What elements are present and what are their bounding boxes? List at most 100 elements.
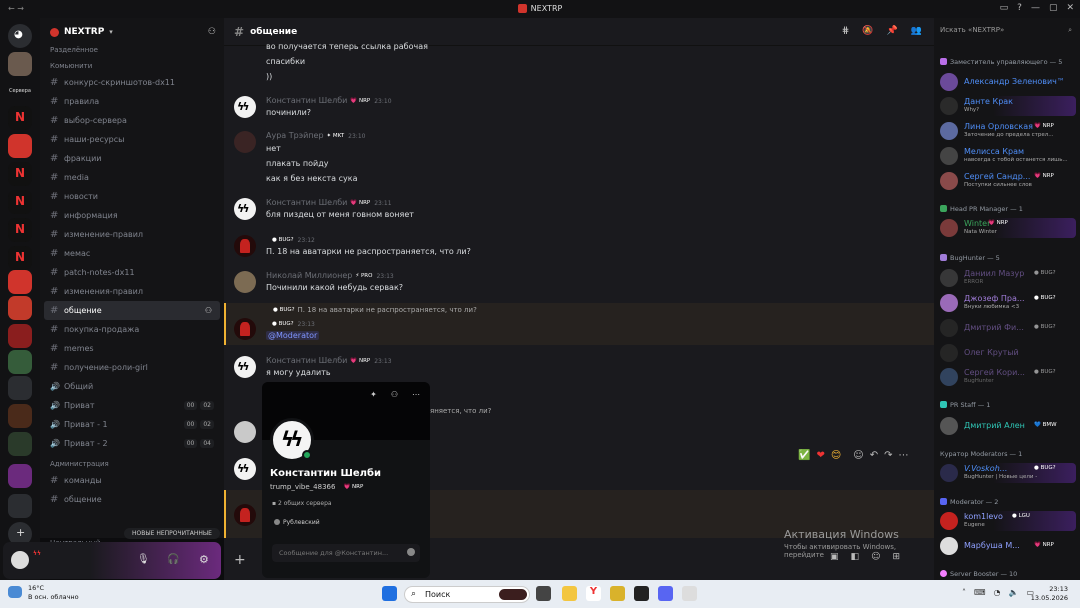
reply-preview[interactable]: ● BUG? П. 18 на аватарки не распространяе… bbox=[270, 306, 477, 314]
channel-item[interactable]: # media bbox=[40, 168, 224, 187]
task-view-icon[interactable] bbox=[536, 586, 551, 601]
mention[interactable]: @Moderator bbox=[266, 331, 320, 340]
server-icon[interactable]: N bbox=[8, 162, 32, 186]
mute-icon[interactable]: 🔕 bbox=[862, 26, 873, 36]
message-author[interactable]: Константин Шелби bbox=[266, 198, 347, 207]
channel-item-active[interactable]: # общение ⚇ bbox=[44, 301, 220, 320]
new-unread-pill[interactable]: НОВЫЕ НЕПРОЧИТАННЫЕ bbox=[124, 528, 220, 539]
server-icon[interactable] bbox=[8, 494, 32, 518]
member-item[interactable]: Даниил Мазур ● BUG? ERROR bbox=[938, 268, 1076, 288]
avatar[interactable] bbox=[234, 421, 256, 443]
channel-item[interactable]: # мемас bbox=[40, 244, 224, 263]
tray-chevron-icon[interactable]: ˄ bbox=[962, 588, 966, 597]
pin-icon[interactable]: 📌 bbox=[887, 26, 898, 36]
discord-home-icon[interactable]: ◕ bbox=[8, 24, 32, 48]
add-member-icon[interactable]: ⚇ bbox=[205, 306, 212, 315]
avatar[interactable] bbox=[234, 356, 256, 378]
reply-preview[interactable]: яняется, что ли? bbox=[430, 407, 491, 415]
more-icon[interactable]: ⋯ bbox=[899, 450, 909, 461]
member-item[interactable]: Сергей Кори... ● BUG? BugHunter bbox=[938, 367, 1076, 387]
maximize-icon[interactable]: ▢ bbox=[1049, 3, 1058, 13]
members-icon[interactable]: 👥 bbox=[911, 26, 922, 36]
server-icon[interactable] bbox=[8, 432, 32, 456]
member-item[interactable]: V.Voskoh... ● BUG? BugHunter | Новые цели … bbox=[938, 463, 1076, 483]
emoji-icon[interactable] bbox=[407, 548, 415, 556]
server-icon[interactable]: N bbox=[8, 190, 32, 214]
start-icon[interactable] bbox=[382, 586, 397, 601]
member-item[interactable]: Джозеф Пра... ● BUG? Внуки любимка <3 bbox=[938, 293, 1076, 313]
avatar[interactable] bbox=[234, 271, 256, 293]
close-icon[interactable]: ✕ bbox=[1066, 3, 1074, 13]
file-explorer-icon[interactable] bbox=[562, 586, 577, 601]
add-reaction-icon[interactable]: ☺ bbox=[853, 450, 863, 461]
member-item[interactable]: Лина Орловская 💗 NRP Заточение до предела … bbox=[938, 121, 1076, 141]
member-item[interactable]: Марбуша М... 💗 NRP bbox=[938, 536, 1076, 556]
avatar[interactable] bbox=[234, 131, 256, 153]
avatar[interactable] bbox=[234, 504, 256, 526]
mutual-servers[interactable]: ▪ 2 общих сервера bbox=[272, 500, 332, 507]
reaction-check-icon[interactable]: ✅ bbox=[798, 450, 810, 461]
profile-avatar[interactable] bbox=[270, 418, 314, 462]
channel-item[interactable]: # общение bbox=[40, 490, 224, 509]
message-author[interactable]: Константин Шелби bbox=[266, 96, 347, 105]
add-attachment-icon[interactable]: + bbox=[234, 552, 246, 568]
channel-item[interactable]: # конкурс-скриншотов-dx11 bbox=[40, 73, 224, 92]
avatar[interactable] bbox=[11, 551, 29, 569]
app-icon[interactable] bbox=[682, 586, 697, 601]
server-icon[interactable] bbox=[8, 376, 32, 400]
member-item[interactable]: Дмитрий Ален 💙 BMW bbox=[938, 416, 1076, 436]
server-icon[interactable] bbox=[8, 350, 32, 374]
forward-icon[interactable]: ↷ bbox=[884, 450, 892, 461]
channel-item[interactable]: # новости bbox=[40, 187, 224, 206]
channel-item[interactable]: # patch-notes-dx11 bbox=[40, 263, 224, 282]
reply-icon[interactable]: ↶ bbox=[870, 450, 878, 461]
server-icon[interactable] bbox=[8, 464, 32, 488]
discord-icon[interactable] bbox=[658, 586, 673, 601]
member-item[interactable]: Winter 💗 NRP Nata Winter bbox=[938, 218, 1076, 238]
category-admin[interactable]: Администрация bbox=[40, 453, 224, 471]
channel-item[interactable]: # выбор-сервера bbox=[40, 111, 224, 130]
category-label[interactable]: Разделённое bbox=[40, 46, 224, 57]
server-icon[interactable]: N bbox=[8, 246, 32, 270]
channel-item[interactable]: # изменение-правил bbox=[40, 225, 224, 244]
volume-icon[interactable]: 🔈 bbox=[1009, 588, 1019, 597]
avatar[interactable] bbox=[234, 235, 256, 257]
category-community[interactable]: Комьюнити bbox=[40, 57, 224, 73]
microphone-icon[interactable]: 🎙 bbox=[137, 554, 150, 565]
voice-channel-item[interactable]: 🔊 Приват - 2 00 04 bbox=[40, 434, 224, 453]
wifi-icon[interactable]: ◔ bbox=[994, 588, 1001, 597]
reaction-smile-icon[interactable]: 😊 bbox=[831, 450, 841, 461]
server-header[interactable]: NEXTRP ▾ ⚇ bbox=[40, 18, 224, 46]
headphones-icon[interactable]: 🎧 bbox=[167, 554, 179, 565]
taskbar-search[interactable]: ⌕ Поиск bbox=[404, 586, 530, 603]
app-icon[interactable] bbox=[610, 586, 625, 601]
channel-item[interactable]: # memes bbox=[40, 339, 224, 358]
server-icon[interactable] bbox=[8, 324, 32, 348]
server-icon[interactable] bbox=[8, 52, 32, 76]
voice-channel-item[interactable]: 🔊 Общий bbox=[40, 377, 224, 396]
server-icon[interactable]: N bbox=[8, 218, 32, 242]
avatar[interactable] bbox=[234, 96, 256, 118]
member-item[interactable]: Сергей Сандр... 💗 NRP Поступки сильнее сло… bbox=[938, 171, 1076, 191]
avatar[interactable] bbox=[234, 458, 256, 480]
message-author[interactable]: Николай Миллионер bbox=[266, 271, 352, 280]
voice-channel-item[interactable]: 🔊 Приват - 1 00 02 bbox=[40, 415, 224, 434]
weather-widget[interactable]: 16°C В осн. облачно bbox=[8, 584, 79, 602]
message-author[interactable]: Константин Шелби bbox=[266, 356, 347, 365]
channel-item[interactable]: # фракции bbox=[40, 149, 224, 168]
member-item[interactable]: Мелисса Крам навсегда с тобой останется л… bbox=[938, 146, 1076, 166]
member-item[interactable]: Олег Крутый bbox=[938, 343, 1076, 363]
member-item[interactable]: Дмитрий Фи... ● BUG? bbox=[938, 318, 1076, 338]
member-item[interactable]: Данте Крак Why? bbox=[938, 96, 1076, 116]
channel-item[interactable]: # правила bbox=[40, 92, 224, 111]
server-icon[interactable] bbox=[8, 296, 32, 320]
voice-channel-item[interactable]: 🔊 Приват 00 02 bbox=[40, 396, 224, 415]
help-icon[interactable]: ? bbox=[1017, 3, 1022, 13]
channel-item[interactable]: # покупка-продажа bbox=[40, 320, 224, 339]
friend-icon[interactable]: ✦ bbox=[370, 390, 377, 399]
minimize-icon[interactable]: — bbox=[1031, 3, 1040, 13]
system-clock[interactable]: 23:13 13.05.2026 bbox=[1031, 585, 1068, 603]
message-author[interactable]: Аура Трэйпер bbox=[266, 131, 324, 140]
channel-item[interactable]: # информация bbox=[40, 206, 224, 225]
more-icon[interactable]: ⋯ bbox=[412, 390, 420, 399]
